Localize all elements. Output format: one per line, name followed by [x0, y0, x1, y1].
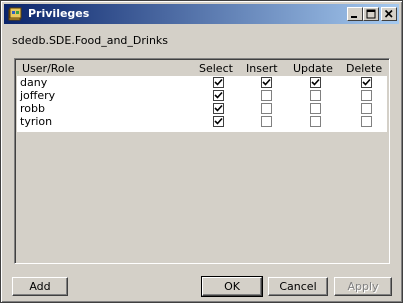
apply-button[interactable]: Apply	[334, 277, 392, 296]
column-header-user-role[interactable]: User/Role	[22, 62, 74, 76]
insert-checkbox[interactable]	[261, 90, 272, 101]
cancel-button[interactable]: Cancel	[268, 277, 328, 296]
grid-header: User/Role Select Insert Update Delete	[17, 61, 387, 76]
column-header-update[interactable]: Update	[293, 62, 333, 76]
maximize-button[interactable]	[363, 7, 379, 21]
table-row[interactable]: robb	[17, 102, 387, 115]
minimize-button[interactable]	[347, 7, 363, 21]
delete-checkbox[interactable]	[361, 103, 372, 114]
table-row[interactable]: tyrion	[17, 115, 387, 128]
privileges-dialog: Privileges sdedb.SDE.Food_and_Drinks Use…	[0, 0, 403, 303]
close-button[interactable]	[381, 7, 397, 21]
select-checkbox[interactable]	[213, 77, 224, 88]
table-row[interactable]: joffery	[17, 89, 387, 102]
user-role-name: dany	[20, 76, 48, 89]
update-checkbox[interactable]	[310, 90, 321, 101]
insert-checkbox[interactable]	[261, 77, 272, 88]
delete-checkbox[interactable]	[361, 90, 372, 101]
user-role-name: robb	[20, 102, 45, 115]
catalog-icon	[7, 6, 23, 22]
table-row[interactable]: dany	[17, 76, 387, 89]
user-role-name: tyrion	[20, 115, 53, 128]
update-checkbox[interactable]	[310, 77, 321, 88]
update-checkbox[interactable]	[310, 116, 321, 127]
delete-checkbox[interactable]	[361, 77, 372, 88]
insert-checkbox[interactable]	[261, 103, 272, 114]
column-header-insert[interactable]: Insert	[246, 62, 278, 76]
insert-checkbox[interactable]	[261, 116, 272, 127]
update-checkbox[interactable]	[310, 103, 321, 114]
user-role-name: joffery	[20, 89, 56, 102]
privileges-grid: User/Role Select Insert Update Delete da…	[14, 58, 390, 264]
grid-rows: dany joffery robb tyrion	[17, 76, 387, 132]
column-header-select[interactable]: Select	[199, 62, 233, 76]
title-bar[interactable]: Privileges	[4, 4, 399, 24]
delete-checkbox[interactable]	[361, 116, 372, 127]
column-header-delete[interactable]: Delete	[346, 62, 382, 76]
select-checkbox[interactable]	[213, 103, 224, 114]
select-checkbox[interactable]	[213, 116, 224, 127]
window-title: Privileges	[28, 7, 90, 20]
ok-button[interactable]: OK	[201, 276, 263, 297]
add-button[interactable]: Add	[12, 277, 68, 296]
select-checkbox[interactable]	[213, 90, 224, 101]
dataset-path-label: sdedb.SDE.Food_and_Drinks	[12, 34, 169, 47]
